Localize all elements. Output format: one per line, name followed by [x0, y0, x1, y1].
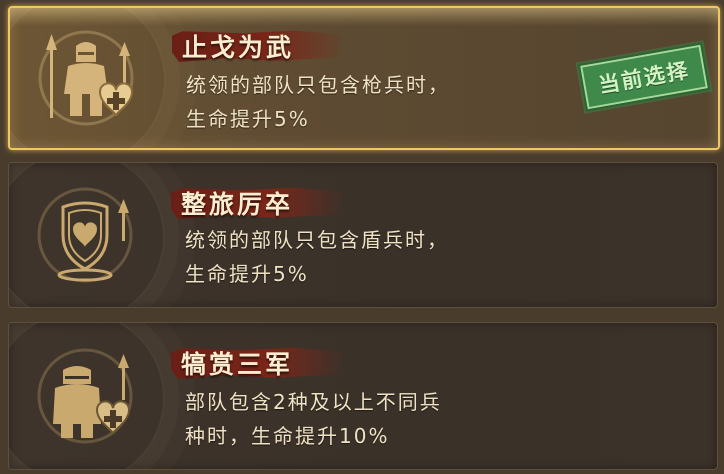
mixed-troops-heal-icon — [37, 348, 133, 444]
shield-heart-icon — [37, 187, 133, 283]
stamp-label: 当前选择 — [596, 58, 692, 98]
option-title: 整旅厉卒 — [181, 190, 294, 219]
option-card-3[interactable]: 犒赏三军 部队包含2种及以上不同兵 种时，生命提升10% — [8, 322, 718, 470]
spearman-heal-icon — [38, 30, 134, 126]
current-selection-stamp: 当前选择 — [578, 41, 710, 113]
option-title: 止戈为武 — [182, 33, 295, 62]
option-card-2[interactable]: 整旅厉卒 统领的部队只包含盾兵时， 生命提升5% — [8, 162, 718, 308]
option-title: 犒赏三军 — [181, 350, 294, 379]
option-description: 统领的部队只包含枪兵时， 生命提升5% — [186, 73, 450, 131]
option-card-1[interactable]: 止戈为武 统领的部队只包含枪兵时， 生命提升5% 当前选择 — [8, 6, 720, 150]
option-description: 统领的部队只包含盾兵时， 生命提升5% — [185, 228, 449, 286]
option-description: 部队包含2种及以上不同兵 种时，生命提升10% — [185, 390, 442, 448]
